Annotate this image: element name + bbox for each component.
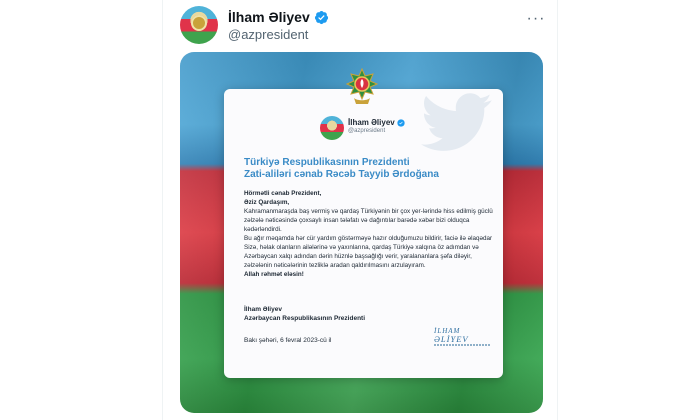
signature-name: İlham Əliyev (244, 306, 282, 313)
more-horizontal-icon[interactable]: ··· (524, 11, 548, 30)
paragraph-2: Bu ağır məqamda hər cür yardım göstərməy… (244, 235, 493, 269)
twitter-bird-icon (421, 93, 492, 151)
recipient-heading: Türkiyə Respublikasının Prezidenti Zati-… (244, 157, 484, 181)
letter-body: Hörmətli cənab Prezident, Əziz Qardaşım,… (244, 189, 494, 279)
tweet-header: İlham Əliyev @azpresident ··· (180, 6, 550, 46)
ilham-aliyev-logo: İLHAM ƏLİYEV (434, 327, 490, 349)
verified-badge-icon (314, 10, 328, 24)
avatar-emblem-icon (191, 15, 207, 31)
tweet-media-image[interactable]: İlham Əliyev @azpresident Türkiyə Respub… (180, 52, 543, 413)
logo-line-2: ƏLİYEV (434, 334, 469, 344)
closing-line: Allah rəhmət eləsin! (244, 271, 304, 278)
paragraph-1: Kahramanmaraşda baş vermiş və qardaş Tür… (244, 208, 493, 233)
azerbaijan-emblem-icon (346, 68, 378, 104)
letter-card: İlham Əliyev @azpresident Türkiyə Respub… (224, 89, 503, 378)
letter-verified-badge-icon (397, 118, 405, 127)
salutation-1: Hörmətli cənab Prezident, (244, 190, 322, 197)
handle[interactable]: @azpresident (228, 27, 308, 42)
recipient-line-1: Türkiyə Respublikasının Prezidenti (244, 157, 410, 168)
signature-block: İlham Əliyev Azərbaycan Respublikasının … (244, 305, 365, 323)
letter-author-name: İlham Əliyev (348, 118, 405, 127)
author-name[interactable]: İlham Əliyev (228, 9, 329, 25)
letter-author-text: İlham Əliyev (348, 118, 395, 127)
recipient-line-2: Zati-aliləri cənab Rəcəb Tayyib Ərdoğana (244, 169, 439, 180)
letter-avatar (320, 116, 344, 140)
salutation-2: Əziz Qardaşım, (244, 199, 290, 206)
tweet-frame: İlham Əliyev @azpresident ··· İlham Əliy… (162, 0, 558, 420)
signature-title: Azərbaycan Respublikasının Prezidenti (244, 315, 366, 322)
avatar[interactable] (180, 6, 218, 44)
letter-date: Bakı şəhəri, 6 fevral 2023-cü il (244, 337, 332, 344)
author-name-text[interactable]: İlham Əliyev (228, 9, 310, 25)
logo-underline (434, 344, 490, 346)
letter-handle: @azpresident (348, 128, 386, 134)
